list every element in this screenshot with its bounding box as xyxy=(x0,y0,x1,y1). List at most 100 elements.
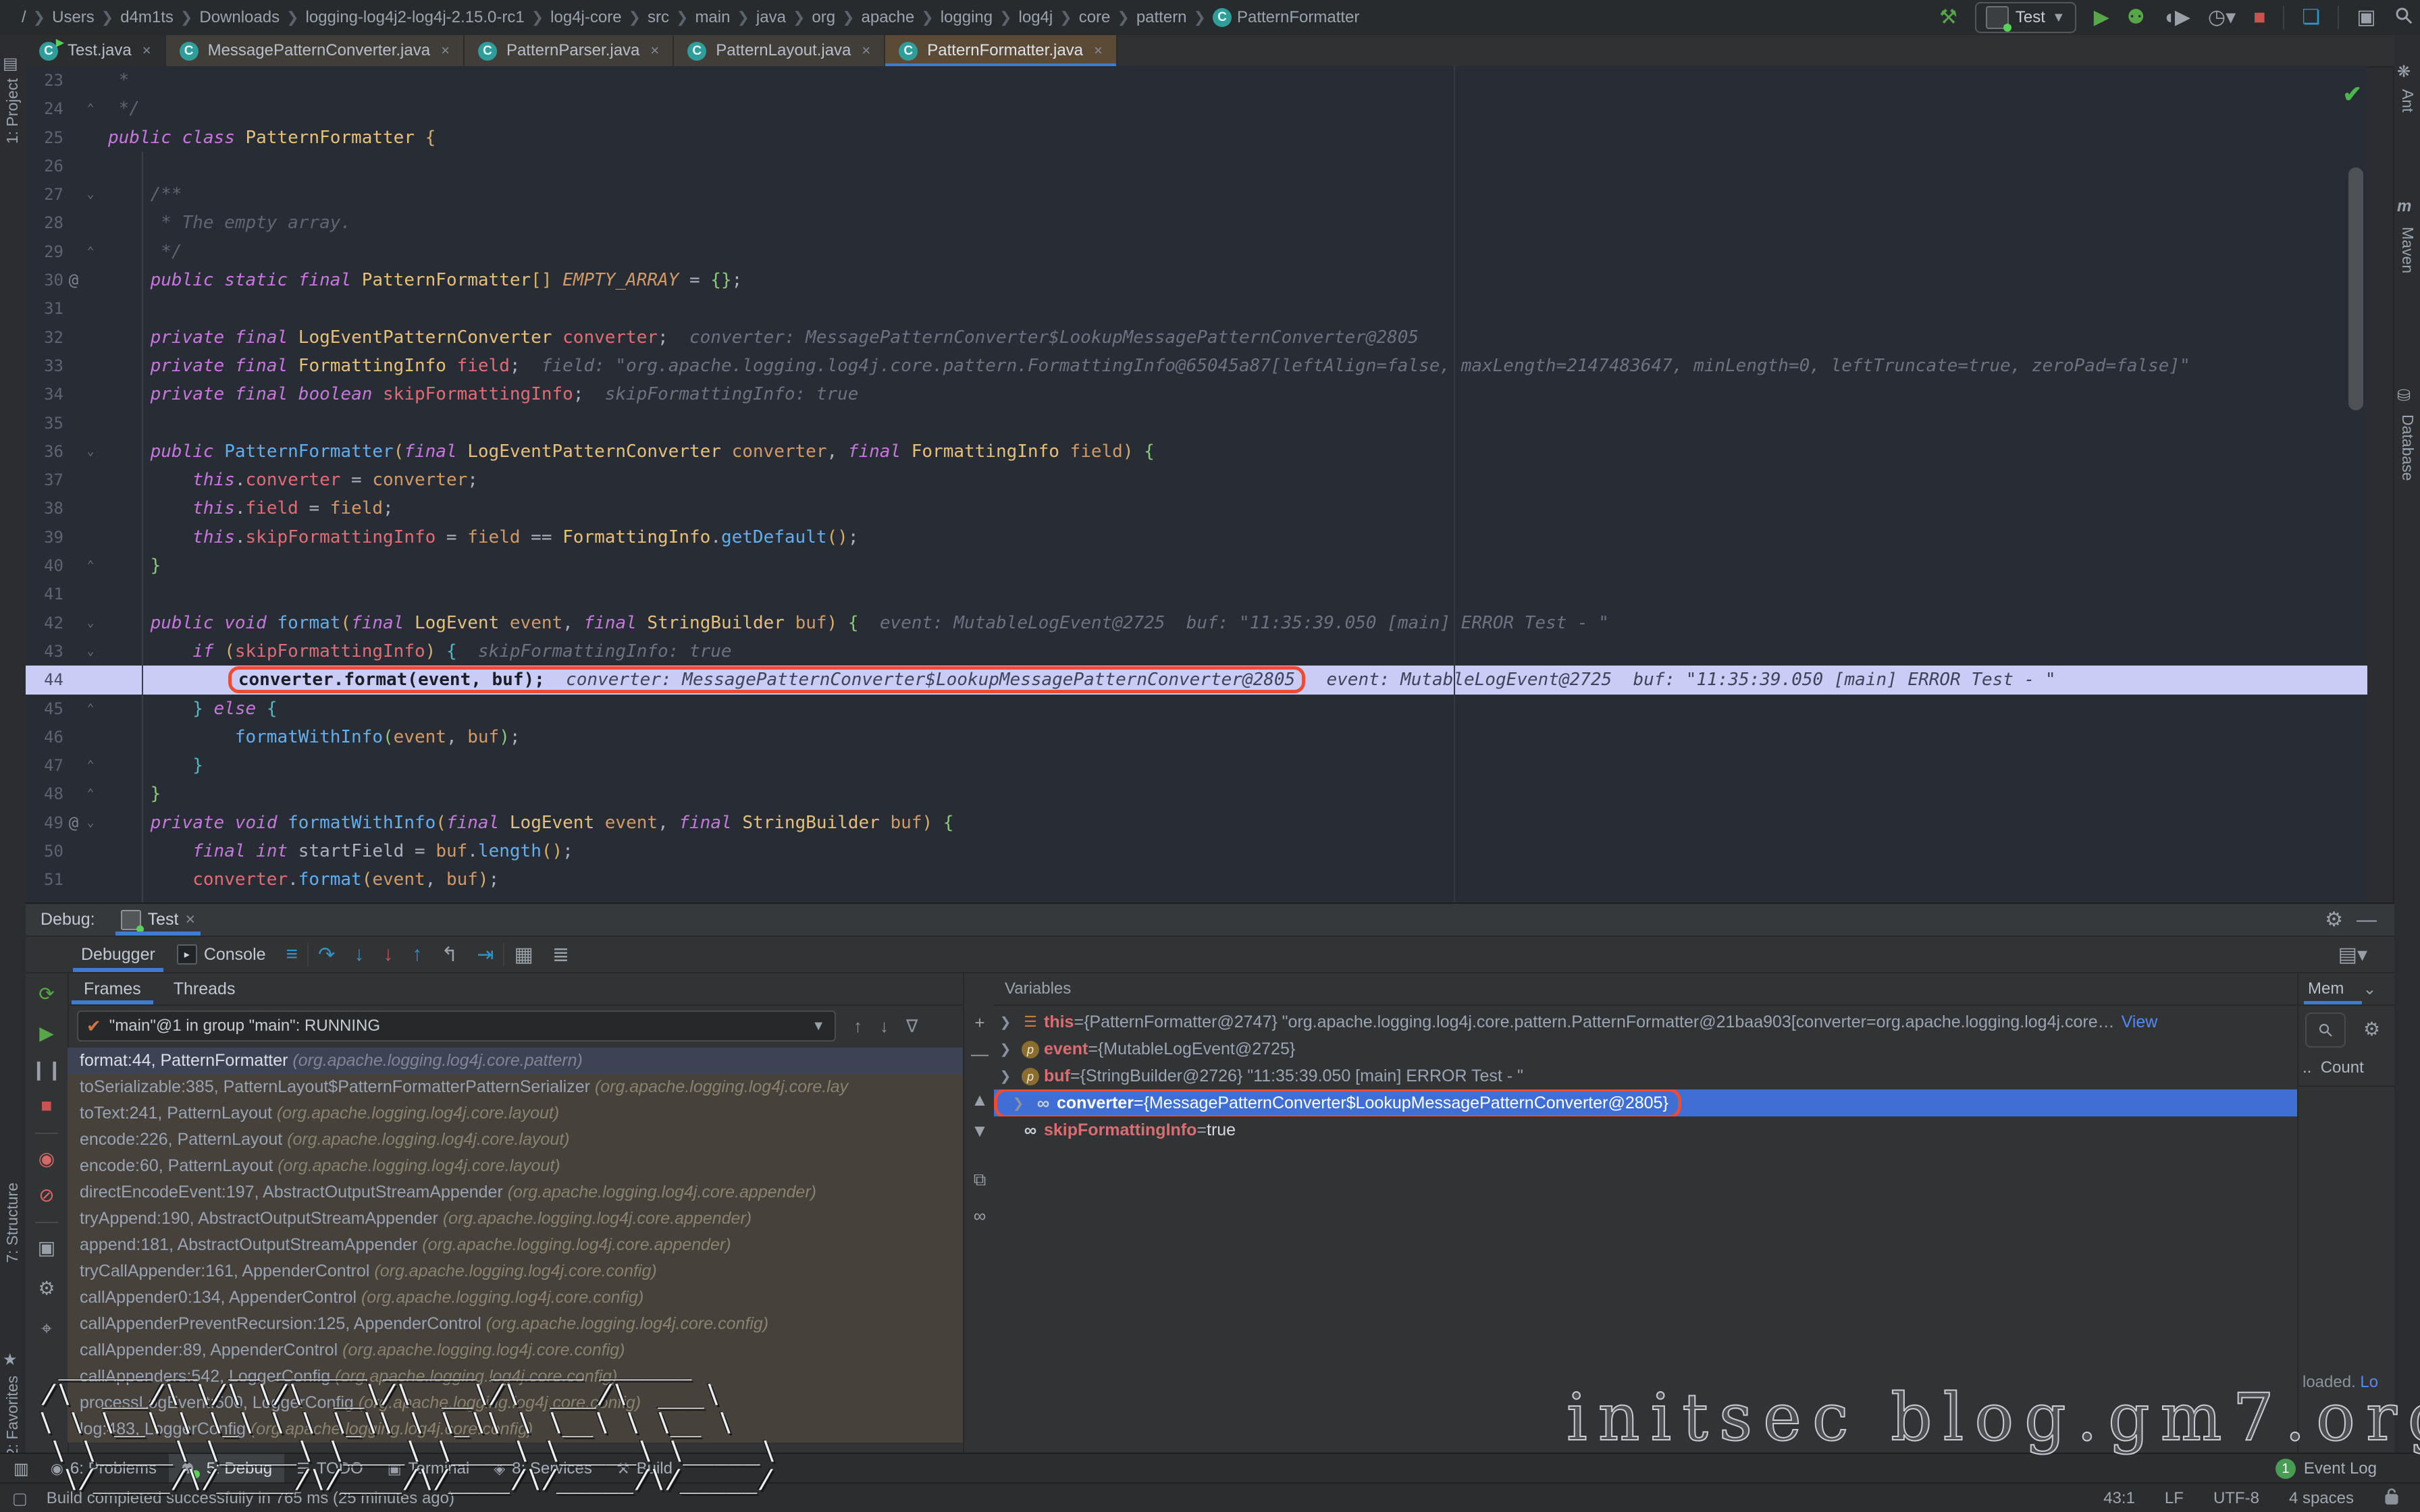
fold-marker[interactable]: ⌃ xyxy=(84,695,97,723)
window-layout-icon[interactable]: ▢ xyxy=(12,1489,28,1509)
stop-icon[interactable]: ■ xyxy=(26,1095,68,1116)
editor-gutter[interactable]: 35 xyxy=(26,409,100,437)
fold-marker[interactable] xyxy=(84,323,97,352)
editor-tab[interactable]: C▶Test.java× xyxy=(26,35,166,66)
duplicate-icon[interactable]: ⧉ xyxy=(964,1169,995,1191)
filter-frames-icon[interactable]: ∇ xyxy=(906,1016,918,1037)
tool-window-button-services[interactable]: ◈8: Services xyxy=(481,1454,604,1484)
close-icon[interactable]: × xyxy=(142,42,151,59)
fold-marker[interactable]: ⌄ xyxy=(84,180,97,209)
breadcrumb-item[interactable]: java xyxy=(756,8,786,27)
editor-gutter[interactable]: 50 xyxy=(26,837,100,865)
expand-chevron-icon[interactable]: ❯ xyxy=(994,1014,1017,1031)
variable-row-skipFormattingInfo[interactable]: ∞skipFormattingInfo = true xyxy=(994,1116,2297,1143)
indent-setting[interactable]: 4 spaces xyxy=(2289,1489,2354,1508)
fold-marker[interactable] xyxy=(84,523,97,551)
editor-tab[interactable]: CPatternParser.java× xyxy=(465,35,674,66)
sidebar-item-favorites[interactable]: 2: Favorites xyxy=(3,1376,22,1457)
fold-marker[interactable] xyxy=(84,723,97,751)
sidebar-item-structure[interactable]: 7: Structure xyxy=(3,1183,22,1263)
fold-marker[interactable]: ⌄ xyxy=(84,609,97,637)
maven-icon[interactable]: m xyxy=(2397,197,2411,216)
fold-marker[interactable]: ⌃ xyxy=(84,780,97,808)
fold-marker[interactable]: ⌃ xyxy=(84,94,97,123)
layout-icon[interactable]: ▤▾ xyxy=(2338,943,2367,967)
sidebar-item-project[interactable]: 1: Project xyxy=(3,78,22,144)
layout-settings-icon[interactable]: ≡ xyxy=(286,943,298,966)
breadcrumb-item[interactable]: logging xyxy=(941,8,993,27)
stack-frame-row[interactable]: tryCallAppender:161, AppenderControl (or… xyxy=(68,1258,963,1285)
inspections-ok-icon[interactable]: ✔ xyxy=(2343,81,2363,108)
lock-icon[interactable] xyxy=(2384,1488,2400,1510)
stack-frame-row[interactable]: format:44, PatternFormatter (org.apache.… xyxy=(68,1048,963,1074)
tab-console[interactable]: ▸ Console xyxy=(166,937,277,972)
editor-tab[interactable]: CPatternLayout.java× xyxy=(674,35,885,66)
editor-tab[interactable]: CMessagePatternConverter.java× xyxy=(166,35,465,66)
stack-frame-row[interactable]: tryAppend:190, AbstractOutputStreamAppen… xyxy=(68,1206,963,1232)
search-everywhere-icon[interactable] xyxy=(2394,5,2414,30)
fold-marker[interactable]: ⌄ xyxy=(84,437,97,466)
evaluate-expression-icon[interactable]: ▦ xyxy=(514,943,533,967)
stack-frame-row[interactable]: callAppenderPreventRecursion:125, Append… xyxy=(68,1311,963,1337)
remove-watch-icon[interactable]: — xyxy=(964,1044,995,1064)
expand-chevron-icon[interactable]: ❯ xyxy=(994,1041,1017,1058)
tool-window-button-terminal[interactable]: ▣Terminal xyxy=(375,1454,482,1484)
move-down-icon[interactable]: ▼ xyxy=(964,1120,995,1141)
stack-frame-row[interactable]: processLogEvent:500, LoggerConfig (org.a… xyxy=(68,1390,963,1416)
fold-marker[interactable]: ⌃ xyxy=(84,751,97,780)
stack-frame-row[interactable]: callAppender:89, AppenderControl (org.ap… xyxy=(68,1337,963,1364)
variable-row-converter[interactable]: ❯∞converter = {MessagePatternConverter$L… xyxy=(994,1089,2297,1116)
variable-row-buf[interactable]: ❯pbuf = {StringBuilder@2726} "11:35:39.0… xyxy=(994,1062,2297,1089)
run-configuration-select[interactable]: Test ▼ xyxy=(1975,2,2076,33)
close-icon[interactable]: × xyxy=(441,42,450,59)
memory-header[interactable]: Mem ⌄ xyxy=(2298,973,2396,1006)
editor-gutter[interactable]: 48 ⌃ xyxy=(26,780,100,808)
editor-gutter[interactable]: 41 xyxy=(26,580,100,608)
editor-gutter[interactable]: 51 xyxy=(26,865,100,894)
editor-gutter[interactable]: 32 xyxy=(26,323,100,352)
build-hammer-icon[interactable]: ⚒ xyxy=(1939,7,1957,28)
tool-window-button-todo[interactable]: ☰TODO xyxy=(284,1454,375,1484)
editor-gutter[interactable]: 40 ⌃ xyxy=(26,551,100,580)
run-button[interactable]: ▶ xyxy=(2094,7,2109,28)
fold-marker[interactable] xyxy=(84,666,97,694)
fold-marker[interactable] xyxy=(84,266,97,294)
run-to-cursor-icon[interactable]: ⇥ xyxy=(477,943,494,967)
breadcrumb-item[interactable]: Downloads xyxy=(199,8,280,27)
tab-threads[interactable]: Threads xyxy=(157,973,252,1004)
sidebar-item-ant[interactable]: Ant xyxy=(2398,89,2417,113)
editor-scrollbar[interactable] xyxy=(2348,167,2363,410)
fold-marker[interactable] xyxy=(84,124,97,152)
editor-gutter[interactable]: 25 xyxy=(26,124,100,152)
file-encoding[interactable]: UTF-8 xyxy=(2213,1489,2259,1508)
gear-icon[interactable]: ⚙ xyxy=(2363,1018,2380,1040)
editor-gutter[interactable]: 23 xyxy=(26,66,100,94)
breadcrumb-item[interactable]: src xyxy=(648,8,669,27)
view-link[interactable]: View xyxy=(2122,1013,2158,1032)
editor-gutter[interactable]: 30@ xyxy=(26,266,100,294)
fold-marker[interactable] xyxy=(84,409,97,437)
debug-button[interactable]: ⚉ xyxy=(2127,7,2145,28)
tab-debugger[interactable]: Debugger xyxy=(70,937,166,972)
fold-marker[interactable] xyxy=(84,580,97,608)
fold-marker[interactable] xyxy=(84,865,97,894)
expand-chevron-icon[interactable]: ❯ xyxy=(994,1068,1017,1085)
load-link[interactable]: Lo xyxy=(2360,1373,2378,1391)
tool-window-button-build[interactable]: ⚒Build xyxy=(604,1454,685,1484)
gear-icon[interactable]: ⚙ xyxy=(2325,910,2343,930)
editor-gutter[interactable]: 37 xyxy=(26,466,100,494)
debug-session-tab[interactable]: Test × xyxy=(115,904,201,936)
editor-gutter[interactable]: 46 xyxy=(26,723,100,751)
caret-position[interactable]: 43:1 xyxy=(2103,1489,2135,1508)
editor-gutter[interactable]: 33 xyxy=(26,352,100,380)
editor-gutter[interactable]: 38 xyxy=(26,494,100,522)
breadcrumb-item[interactable]: d4m1ts xyxy=(120,8,174,27)
stack-frame-row[interactable]: log:483, LoggerConfig (org.apache.loggin… xyxy=(68,1416,963,1442)
sidebar-item-maven[interactable]: Maven xyxy=(2398,227,2417,273)
breadcrumb-item[interactable]: log4j xyxy=(1019,8,1053,27)
stack-frame-row[interactable]: callAppender0:134, AppenderControl (org.… xyxy=(68,1285,963,1311)
fold-marker[interactable]: ⌃ xyxy=(84,551,97,580)
sidebar-item-database[interactable]: Database xyxy=(2398,414,2417,481)
next-frame-icon[interactable]: ↓ xyxy=(880,1016,889,1037)
editor-gutter[interactable]: 44 xyxy=(26,666,100,694)
